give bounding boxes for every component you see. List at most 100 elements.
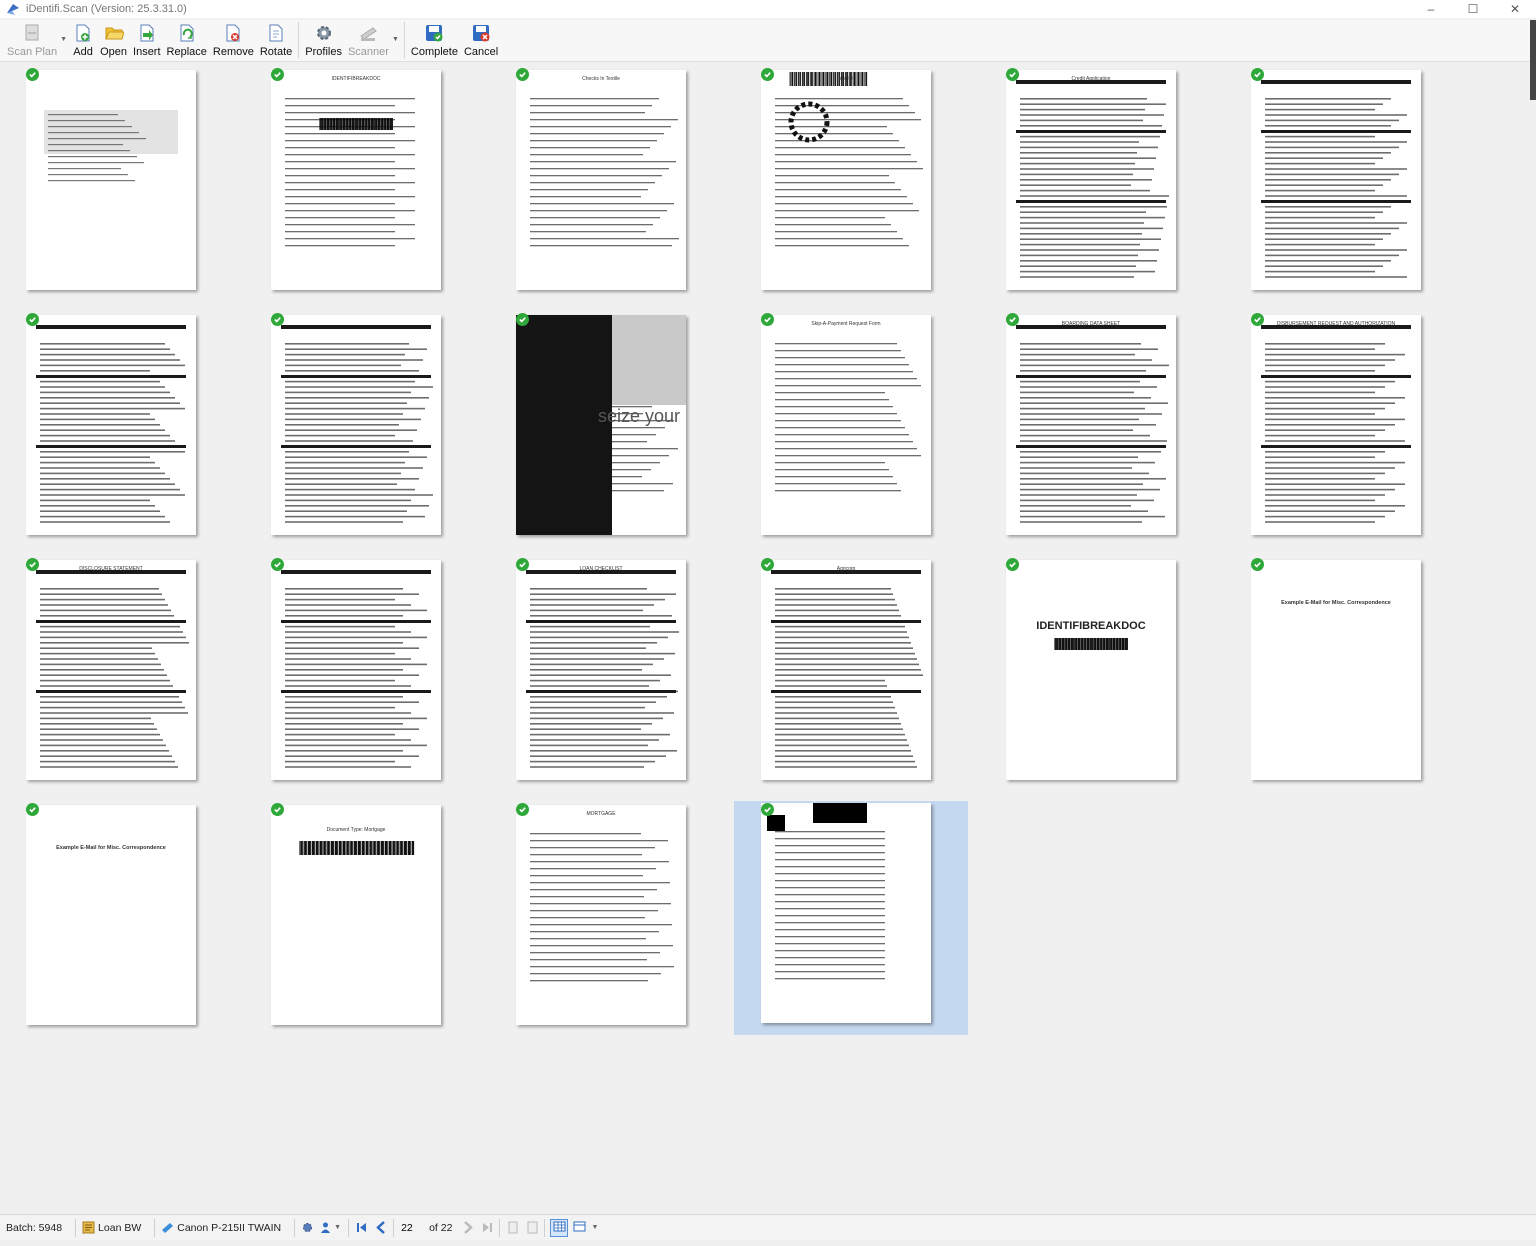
status-separator	[294, 1218, 296, 1237]
page-thumbnail[interactable]	[22, 311, 198, 537]
user-dropdown-icon[interactable]: ▼	[334, 1224, 341, 1231]
page-heading-text: Agricorp	[836, 566, 856, 572]
scan-plan-icon	[21, 22, 43, 44]
single-page-view-icon[interactable]	[505, 1221, 519, 1235]
first-page-icon[interactable]	[354, 1221, 368, 1235]
scanner-dropdown-icon[interactable]: ▼	[392, 36, 399, 43]
page-image: LOAN CHECKLIST	[516, 560, 686, 780]
page-image: Checks In Textile	[516, 70, 686, 290]
page-thumbnail[interactable]	[1247, 66, 1423, 292]
check-icon	[516, 803, 529, 816]
status-separator	[499, 1218, 501, 1237]
add-button[interactable]: Add	[69, 20, 97, 60]
rotate-page-icon	[265, 22, 287, 44]
next-page-icon[interactable]	[460, 1221, 474, 1235]
view-dropdown-icon[interactable]: ▼	[591, 1224, 598, 1231]
page-thumbnail[interactable]: IDENTIFIBREAKDOC	[267, 66, 443, 292]
status-separator	[544, 1218, 546, 1237]
maximize-icon: ☐	[1467, 2, 1479, 16]
open-button[interactable]: Open	[97, 20, 130, 60]
page-heading-text: MORTGAGE	[586, 811, 616, 817]
page-heading-text: Skip-A-Payment Request Form	[811, 321, 881, 327]
page-slogan-text: seize your	[597, 406, 680, 426]
check-icon	[271, 803, 284, 816]
page-image: Skip-A-Payment Request Form	[761, 315, 931, 535]
status-bar: Batch: 5948 Loan BW Canon P-215II TWAIN …	[0, 1214, 1536, 1240]
page-thumbnail[interactable]: Checks In Textile	[512, 66, 688, 292]
page-thumbnail[interactable]: LOAN CHECKLIST	[512, 556, 688, 782]
replace-button[interactable]: Replace	[164, 20, 210, 60]
page-thumbnail[interactable]: IDENTIFIBREAKDOC	[1002, 556, 1178, 782]
settings-icon[interactable]	[300, 1221, 314, 1235]
thumbnail-grid-view-button[interactable]	[550, 1218, 569, 1237]
profiles-button[interactable]: Profiles	[302, 20, 345, 60]
replace-page-icon	[176, 22, 198, 44]
scanner-small-icon	[160, 1221, 174, 1235]
fit-page-view-icon[interactable]	[525, 1221, 539, 1235]
page-image: Document Type: Mortgage	[271, 805, 441, 1025]
current-page-input[interactable]	[399, 1218, 426, 1237]
page-content-graphic	[1261, 325, 1411, 523]
page-heading-text: Checks In Textile	[582, 76, 620, 82]
page-heading-text: DISCLOSURE STATEMENT	[79, 566, 143, 572]
scanner-label: Scanner	[347, 46, 389, 58]
check-icon	[516, 68, 529, 81]
page-thumbnail[interactable]	[22, 66, 198, 292]
check-icon	[761, 803, 774, 816]
page-thumbnail[interactable]	[267, 556, 443, 782]
user-icon[interactable]	[318, 1221, 332, 1235]
check-icon	[516, 558, 529, 571]
window-title: iDentifi.Scan (Version: 25.3.31.0)	[26, 3, 187, 15]
page-thumbnail[interactable]: DISCLOSURE STATEMENT	[22, 556, 198, 782]
page-heading-text: Document Type: Mortgage	[326, 827, 386, 833]
profile-indicator[interactable]: Loan BW	[81, 1221, 141, 1235]
previous-page-icon[interactable]	[374, 1221, 388, 1235]
insert-button[interactable]: Insert	[130, 20, 164, 60]
gear-icon	[313, 22, 335, 44]
complete-button[interactable]: Complete	[408, 20, 461, 60]
page-thumbnail[interactable]	[267, 311, 443, 537]
toolbar-separator	[298, 22, 300, 58]
scan-plan-dropdown-icon[interactable]: ▼	[60, 36, 67, 43]
scrollbar[interactable]	[1530, 20, 1536, 100]
cancel-button[interactable]: Cancel	[461, 20, 501, 60]
page-thumbnail[interactable]: identifi	[757, 66, 933, 292]
list-view-button[interactable]	[570, 1219, 588, 1237]
minimize-icon: –	[1427, 2, 1435, 16]
page-thumbnail-grid: IDENTIFIBREAKDOC Checks In Textile identif…	[22, 66, 1502, 1206]
page-thumbnail[interactable]: Credit Application	[1002, 66, 1178, 292]
check-icon	[26, 803, 39, 816]
page-content-graphic	[526, 570, 679, 768]
minimize-button[interactable]: –	[1410, 0, 1452, 18]
page-content-graphic	[1016, 325, 1169, 523]
title-bar: iDentifi.Scan (Version: 25.3.31.0) – ☐ ✕	[0, 0, 1536, 18]
page-thumbnail[interactable]: DISBURSEMENT REQUEST AND AUTHORIZATION	[1247, 311, 1423, 537]
last-page-icon[interactable]	[480, 1221, 494, 1235]
page-thumbnail[interactable]: Example E-Mail for Misc. Correspondence	[1247, 556, 1423, 782]
page-thumbnail[interactable]	[734, 801, 968, 1035]
scan-plan-button[interactable]: Scan Plan	[4, 20, 60, 60]
page-content-graphic	[530, 833, 674, 982]
page-thumbnail[interactable]: seize yourseize your	[512, 311, 688, 537]
scanner-button[interactable]: Scanner	[345, 20, 392, 60]
close-button[interactable]: ✕	[1494, 0, 1536, 18]
rotate-button[interactable]: Rotate	[257, 20, 295, 60]
toolbar: Scan Plan ▼ Add Open Insert Replace Remo…	[0, 20, 1530, 62]
check-icon	[26, 313, 39, 326]
scanner-indicator[interactable]: Canon P-215II TWAIN	[160, 1221, 281, 1235]
page-thumbnail[interactable]: MORTGAGE	[512, 801, 688, 1027]
status-separator	[75, 1218, 77, 1237]
page-thumbnail[interactable]: Agricorp	[757, 556, 933, 782]
page-image: DISBURSEMENT REQUEST AND AUTHORIZATION	[1251, 315, 1421, 535]
page-thumbnail[interactable]: BOARDING DATA SHEET	[1002, 311, 1178, 537]
profiles-label: Profiles	[305, 46, 342, 58]
page-thumbnail[interactable]: Example E-Mail for Misc. Correspondence	[22, 801, 198, 1027]
page-heading-text: identifi	[838, 76, 854, 82]
page-content-graphic	[281, 325, 433, 523]
page-thumbnail[interactable]: Document Type: Mortgage	[267, 801, 443, 1027]
page-thumbnail[interactable]: Skip-A-Payment Request Form	[757, 311, 933, 537]
remove-button[interactable]: Remove	[210, 20, 257, 60]
page-content-graphic	[285, 98, 415, 247]
insert-page-icon	[136, 22, 158, 44]
maximize-button[interactable]: ☐	[1452, 0, 1494, 18]
